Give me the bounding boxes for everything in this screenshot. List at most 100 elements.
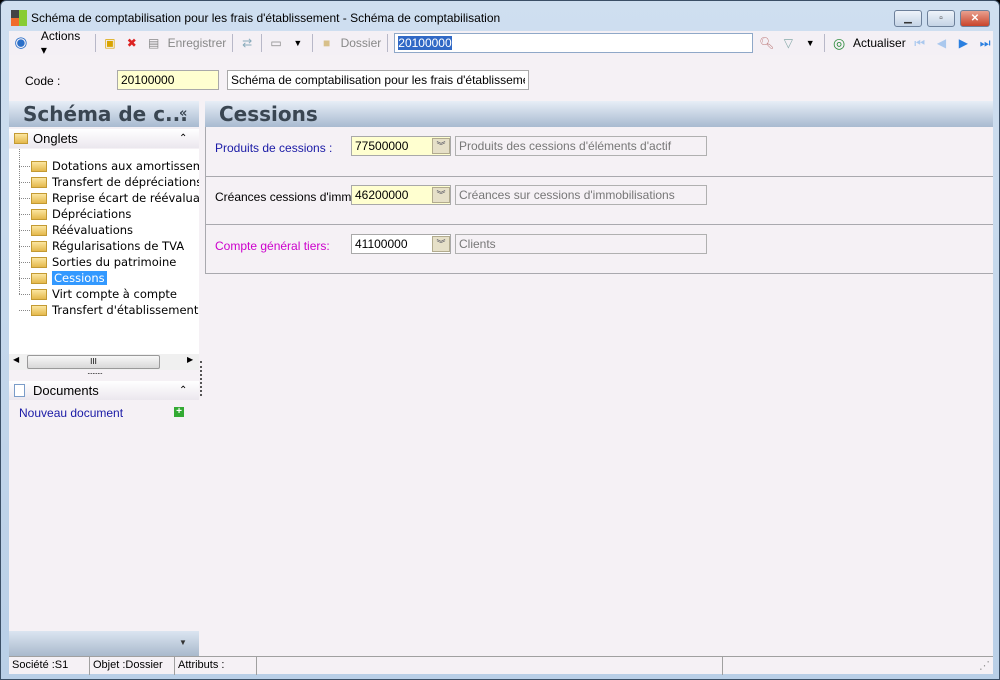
tree-item-label: Virt compte à compte bbox=[52, 287, 177, 301]
separator bbox=[387, 34, 389, 52]
folder-icon bbox=[31, 257, 47, 268]
tree-item-label: Transfert d'établissement bbox=[52, 303, 199, 317]
code-label: Code : bbox=[25, 74, 61, 88]
first-record-icon[interactable]: ⏮ bbox=[912, 35, 928, 51]
add-icon[interactable]: + bbox=[174, 407, 184, 417]
toolbar: ◉ Actions ▾ ▣ ✖ ▤ Enregistrer ⇄ ▭ ▼ ■ Do… bbox=[9, 29, 993, 57]
dropdown-chevron-icon[interactable]: ︾ bbox=[432, 236, 450, 252]
close-button[interactable]: ✕ bbox=[960, 10, 990, 27]
minimize-button[interactable]: ▁ bbox=[894, 10, 922, 27]
filter-dropdown-icon[interactable]: ▼ bbox=[802, 35, 818, 51]
separator bbox=[261, 34, 263, 52]
panel-bottom-bar: ▼ bbox=[9, 631, 199, 656]
main-panel: Cessions Produits de cessions :︾Produits… bbox=[205, 101, 993, 656]
folder-icon bbox=[31, 273, 47, 284]
previous-record-icon[interactable]: ◀ bbox=[934, 35, 950, 51]
tree-item[interactable]: Sorties du patrimoine bbox=[19, 254, 177, 270]
horizontal-scrollbar[interactable]: ◀ III ▶ bbox=[9, 354, 199, 370]
tree-line bbox=[19, 294, 30, 295]
tree-item[interactable]: Dotations aux amortissements bbox=[19, 158, 199, 174]
tree-item[interactable]: Reprise écart de réévaluation bbox=[19, 190, 199, 206]
last-record-icon[interactable]: ⏭ bbox=[977, 35, 993, 51]
tabs-section-header[interactable]: Onglets ⌃ bbox=[9, 129, 199, 148]
dropdown-icon[interactable]: ▼ bbox=[179, 638, 187, 647]
folder-icon bbox=[14, 133, 28, 144]
print-dropdown-icon[interactable]: ▼ bbox=[290, 35, 306, 51]
field-section: Produits de cessions : ︾ Produits des cess… bbox=[205, 127, 993, 177]
tree-line bbox=[19, 198, 30, 199]
tree-item[interactable]: Virt compte à compte bbox=[19, 286, 177, 302]
tree-item-label: Réévaluations bbox=[52, 223, 134, 237]
status-field bbox=[257, 657, 723, 675]
collapse-chevron-icon[interactable]: ⌃ bbox=[179, 129, 187, 148]
tree-line bbox=[19, 182, 30, 183]
separator bbox=[311, 34, 313, 52]
tabs-tree: Dotations aux amortissements Transfert de… bbox=[9, 149, 199, 354]
tree-item[interactable]: Régularisations de TVA bbox=[19, 238, 184, 254]
code-field[interactable] bbox=[117, 70, 219, 90]
print-icon[interactable]: ▭ bbox=[268, 35, 284, 51]
folder-icon bbox=[31, 225, 47, 236]
status-attributes: Attributs : bbox=[175, 657, 257, 675]
tree-line bbox=[19, 214, 30, 215]
search-input[interactable]: 20100000 bbox=[394, 33, 753, 53]
scrollbar-thumb[interactable]: III bbox=[27, 355, 160, 369]
tree-item[interactable]: Dépréciations bbox=[19, 206, 131, 222]
scroll-left-icon[interactable]: ◀ bbox=[13, 355, 19, 364]
scroll-right-icon[interactable]: ▶ bbox=[187, 355, 193, 364]
dropdown-chevron-icon[interactable]: ︾ bbox=[432, 138, 450, 154]
tree-line bbox=[19, 246, 30, 247]
code-description-field[interactable] bbox=[227, 70, 529, 90]
collapse-chevron-icon[interactable]: ⌃ bbox=[179, 381, 187, 400]
resize-grip-icon[interactable]: ⋰ bbox=[723, 657, 993, 675]
field-section: Créances cessions d'immo : ︾ Créances sur … bbox=[205, 176, 993, 225]
tree-item[interactable]: Transfert de dépréciations bbox=[19, 174, 199, 190]
new-icon[interactable]: ▣ bbox=[102, 35, 118, 51]
separator bbox=[95, 34, 97, 52]
tree-line bbox=[19, 166, 30, 167]
delete-icon[interactable]: ✖ bbox=[124, 35, 140, 51]
actions-label: Actions bbox=[40, 29, 81, 43]
folder-icon bbox=[31, 241, 47, 252]
collapse-panel-button[interactable]: « bbox=[179, 101, 187, 127]
folder-icon: ■ bbox=[323, 36, 331, 50]
folder-icon bbox=[31, 177, 47, 188]
actions-menu[interactable]: Actions ▾ bbox=[41, 29, 89, 57]
tree-item[interactable]: Réévaluations bbox=[19, 222, 134, 238]
search-icon[interactable]: 🔍︎ bbox=[759, 35, 775, 51]
sync-icon[interactable]: ⇄ bbox=[239, 35, 255, 51]
vertical-splitter[interactable] bbox=[200, 361, 202, 396]
maximize-button[interactable]: ▫ bbox=[927, 10, 955, 27]
documents-section-header[interactable]: Documents ⌃ bbox=[9, 381, 199, 400]
left-panel: Schéma de c... « Onglets ⌃ Dotations aux … bbox=[9, 101, 199, 656]
folder-icon bbox=[31, 289, 47, 300]
dropdown-chevron-icon[interactable]: ︾ bbox=[432, 187, 450, 203]
folder-icon bbox=[31, 305, 47, 316]
status-object: Objet :Dossier bbox=[90, 657, 175, 675]
refresh-button[interactable]: Actualiser bbox=[853, 36, 906, 50]
filter-icon[interactable]: ▽ bbox=[781, 35, 797, 51]
tree-item-label: Dotations aux amortissements bbox=[52, 159, 199, 173]
tree-line bbox=[19, 262, 30, 263]
save-button[interactable]: Enregistrer bbox=[168, 36, 227, 50]
account-description: Produits des cessions d'éléments d'actif bbox=[455, 136, 707, 156]
left-panel-title: Schéma de c... bbox=[23, 102, 188, 126]
field-label: Créances cessions d'immo : bbox=[215, 190, 365, 204]
tree-item[interactable]: Transfert d'établissement bbox=[19, 302, 199, 318]
splitter-handle[interactable]: ········· bbox=[87, 369, 103, 378]
refresh-icon[interactable]: ◎ bbox=[831, 35, 847, 51]
folder-button[interactable]: Dossier bbox=[341, 36, 382, 50]
documents-header-label: Documents bbox=[33, 383, 99, 398]
folder-icon bbox=[31, 193, 47, 204]
tree-item-label: Transfert de dépréciations bbox=[52, 175, 199, 189]
tree-item-label: Reprise écart de réévaluation bbox=[52, 191, 199, 205]
tree-item[interactable]: Cessions bbox=[19, 270, 107, 286]
next-record-icon[interactable]: ▶ bbox=[955, 35, 971, 51]
left-panel-header: Schéma de c... « bbox=[9, 101, 199, 127]
new-document-link[interactable]: Nouveau document bbox=[19, 406, 123, 420]
main-header: Cessions bbox=[205, 101, 993, 127]
menu-circle-icon[interactable]: ◉ bbox=[13, 35, 29, 51]
account-description: Créances sur cessions d'immobilisations bbox=[455, 185, 707, 205]
save-icon[interactable]: ▤ bbox=[146, 35, 162, 51]
tree-item-label: Sorties du patrimoine bbox=[52, 255, 177, 269]
